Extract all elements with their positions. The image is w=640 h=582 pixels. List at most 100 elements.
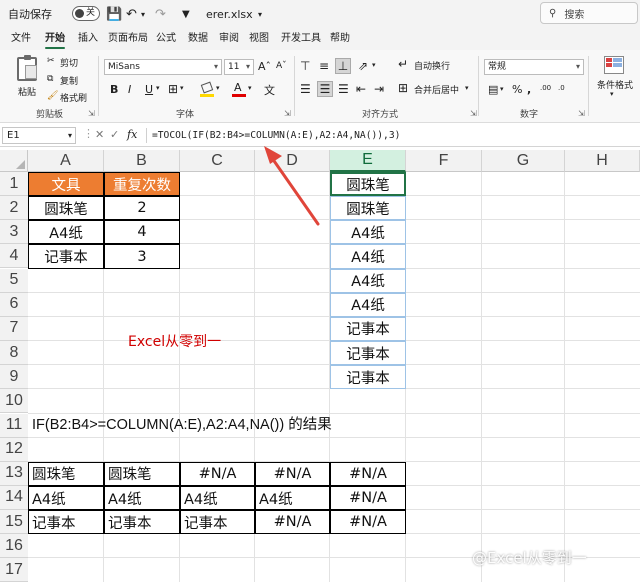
- number-format-select[interactable]: 常规 ▾: [484, 59, 584, 75]
- if-result-cell[interactable]: #N/A: [330, 485, 406, 511]
- chevron-down-icon[interactable]: ▾: [610, 90, 614, 98]
- row-header-6[interactable]: 6: [0, 292, 28, 317]
- align-center-icon[interactable]: ☰: [317, 81, 333, 97]
- row-header-4[interactable]: 4: [0, 244, 28, 269]
- borders-icon[interactable]: ⊞: [168, 82, 178, 96]
- fill-color-icon[interactable]: [200, 81, 214, 98]
- tab-help[interactable]: 帮助: [330, 31, 350, 47]
- result-cell[interactable]: A4纸: [330, 244, 406, 269]
- autosave-toggle[interactable]: 关: [72, 6, 100, 21]
- source-cell[interactable]: 4: [104, 220, 180, 245]
- text-direction-icon[interactable]: ⇗: [358, 59, 368, 73]
- merge-center-button[interactable]: 合并后居中: [414, 83, 459, 96]
- percent-icon[interactable]: %: [512, 83, 522, 96]
- header-cell[interactable]: 重复次数: [104, 172, 180, 197]
- chevron-down-icon[interactable]: ▾: [180, 84, 184, 92]
- font-launcher-icon[interactable]: ⇲: [284, 109, 291, 118]
- clipboard-launcher-icon[interactable]: ⇲: [88, 109, 95, 118]
- row-header-8[interactable]: 8: [0, 341, 28, 366]
- align-left-icon[interactable]: ☰: [300, 82, 311, 96]
- font-color-icon[interactable]: A: [232, 81, 246, 98]
- column-header-b[interactable]: B: [104, 150, 180, 172]
- chevron-down-icon[interactable]: ▾: [216, 84, 220, 92]
- if-result-cell[interactable]: #N/A: [255, 510, 330, 535]
- row-header-2[interactable]: 2: [0, 196, 28, 221]
- tab-page-layout[interactable]: 页面布局: [108, 31, 148, 47]
- if-result-cell[interactable]: 圆珠笔: [104, 461, 180, 486]
- if-result-cell[interactable]: A4纸: [180, 485, 255, 511]
- row-header-3[interactable]: 3: [0, 220, 28, 245]
- if-result-cell[interactable]: 圆珠笔: [28, 461, 104, 486]
- source-cell[interactable]: 2: [104, 196, 180, 221]
- cancel-icon[interactable]: ✕: [95, 128, 104, 141]
- row-header-7[interactable]: 7: [0, 316, 28, 341]
- tab-view[interactable]: 视图: [249, 31, 269, 47]
- font-name-select[interactable]: MiSans ▾: [104, 59, 222, 75]
- number-launcher-icon[interactable]: ⇲: [578, 109, 585, 118]
- if-result-cell[interactable]: #N/A: [180, 461, 255, 486]
- result-cell[interactable]: A4纸: [330, 220, 406, 245]
- phonetic-icon[interactable]: 文: [264, 82, 275, 98]
- row-header-15[interactable]: 15: [0, 510, 28, 535]
- active-cell[interactable]: 圆珠笔: [330, 172, 406, 197]
- row-header-1[interactable]: 1: [0, 172, 28, 196]
- column-header-a[interactable]: A: [28, 150, 104, 172]
- file-name[interactable]: erer.xlsx: [206, 0, 253, 28]
- source-cell[interactable]: 记事本: [28, 244, 104, 269]
- align-bottom-icon[interactable]: ⊥: [335, 58, 351, 74]
- decrease-decimal-icon[interactable]: .0: [558, 84, 565, 92]
- wrap-text-icon[interactable]: ↵: [398, 57, 408, 71]
- if-result-cell[interactable]: 记事本: [104, 510, 180, 535]
- column-header-e[interactable]: E: [330, 150, 406, 172]
- row-header-13[interactable]: 13: [0, 461, 28, 486]
- conditional-formatting-icon[interactable]: [604, 56, 624, 74]
- copy-button[interactable]: 复制: [60, 74, 78, 87]
- cut-icon[interactable]: ✂: [47, 56, 55, 66]
- italic-button[interactable]: I: [128, 83, 131, 96]
- undo-dropdown-icon[interactable]: ▾: [141, 0, 145, 28]
- if-result-cell[interactable]: #N/A: [330, 510, 406, 535]
- result-cell[interactable]: 圆珠笔: [330, 196, 406, 221]
- decrease-indent-icon[interactable]: ⇤: [356, 82, 366, 96]
- customize-toolbar-icon[interactable]: ▼: [182, 0, 190, 28]
- if-result-cell[interactable]: A4纸: [28, 485, 104, 511]
- if-result-cell[interactable]: A4纸: [104, 485, 180, 511]
- underline-button[interactable]: U: [145, 83, 153, 96]
- if-result-cell[interactable]: 记事本: [180, 510, 255, 535]
- tab-data[interactable]: 数据: [188, 31, 208, 47]
- header-cell[interactable]: 文具: [28, 172, 104, 197]
- search-box[interactable]: ⚲ 搜索: [540, 2, 638, 24]
- result-cell[interactable]: A4纸: [330, 268, 406, 293]
- row-header-10[interactable]: 10: [0, 389, 28, 414]
- shrink-font-icon[interactable]: Aˇ: [276, 61, 287, 71]
- increase-indent-icon[interactable]: ⇥: [374, 82, 384, 96]
- select-all-corner[interactable]: [0, 150, 28, 172]
- comma-style-icon[interactable]: ,: [527, 83, 531, 96]
- copy-icon[interactable]: ⧉: [47, 74, 53, 84]
- chevron-down-icon[interactable]: ▾: [372, 61, 376, 69]
- row-header-5[interactable]: 5: [0, 268, 28, 293]
- row-header-11[interactable]: 11: [0, 413, 28, 438]
- font-size-select[interactable]: 11 ▾: [224, 59, 254, 75]
- row-header-16[interactable]: 16: [0, 534, 28, 559]
- increase-decimal-icon[interactable]: .00: [540, 84, 551, 92]
- tab-insert[interactable]: 插入: [78, 31, 98, 47]
- enter-icon[interactable]: ✓: [110, 128, 119, 141]
- source-cell[interactable]: 圆珠笔: [28, 196, 104, 221]
- row-header-17[interactable]: 17: [0, 558, 28, 582]
- currency-icon[interactable]: ▤: [488, 83, 498, 96]
- cut-button[interactable]: 剪切: [60, 56, 78, 69]
- if-result-cell[interactable]: 记事本: [28, 510, 104, 535]
- tab-formulas[interactable]: 公式: [156, 31, 176, 47]
- redo-icon[interactable]: ↷: [155, 0, 166, 28]
- row-header-9[interactable]: 9: [0, 365, 28, 390]
- source-cell[interactable]: 3: [104, 244, 180, 269]
- column-header-f[interactable]: F: [406, 150, 482, 172]
- if-result-cell[interactable]: A4纸: [255, 485, 330, 511]
- name-box[interactable]: E1 ▾: [2, 127, 76, 144]
- insert-function-icon[interactable]: fx: [127, 128, 137, 141]
- alignment-launcher-icon[interactable]: ⇲: [470, 109, 477, 118]
- if-result-cell[interactable]: #N/A: [255, 461, 330, 486]
- conditional-formatting-button[interactable]: 条件格式: [597, 78, 633, 91]
- chevron-down-icon[interactable]: ▾: [258, 0, 262, 28]
